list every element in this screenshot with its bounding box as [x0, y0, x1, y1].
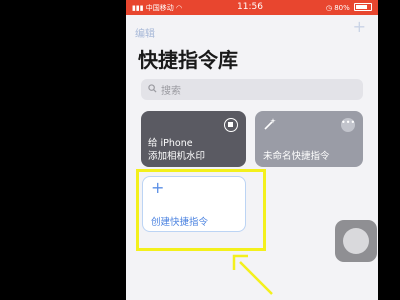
assistive-touch-button[interactable]: [335, 220, 377, 262]
alarm-icon: ◷: [325, 4, 332, 12]
carrier-name: 中国移动: [145, 4, 174, 12]
search-input[interactable]: 搜索: [141, 79, 363, 100]
edit-button[interactable]: 编辑: [135, 25, 155, 40]
signal-icon: ▮▮▮: [132, 4, 144, 12]
add-shortcut-plus-icon[interactable]: +: [353, 19, 366, 35]
shortcut-title: 未命名快捷指令: [263, 151, 330, 162]
shortcut-card-untitled[interactable]: ••• 未命名快捷指令: [255, 111, 363, 167]
highlight-annotation-box: [136, 169, 266, 251]
page-title: 快捷指令库: [138, 48, 238, 72]
search-icon: [148, 84, 157, 93]
arrow-annotation-icon: [232, 254, 273, 295]
stop-icon[interactable]: [224, 118, 238, 132]
assistive-touch-icon: [343, 228, 369, 254]
magic-wand-icon: [264, 118, 276, 130]
wifi-icon: ◠: [176, 4, 183, 12]
status-bar: ▮▮▮ 中国移动 ◠ 11:56 ◷ 80%: [126, 0, 378, 15]
more-options-icon[interactable]: •••: [341, 118, 355, 132]
search-placeholder: 搜索: [161, 86, 181, 97]
battery-percent: 80%: [334, 4, 350, 12]
status-time: 11:56: [237, 2, 263, 12]
shortcut-title-line1: 给 iPhone: [148, 138, 193, 149]
battery-icon: [354, 3, 372, 11]
shortcut-card-camera-watermark[interactable]: 给 iPhone 添加相机水印: [141, 111, 246, 167]
shortcut-title-line2: 添加相机水印: [148, 151, 206, 162]
